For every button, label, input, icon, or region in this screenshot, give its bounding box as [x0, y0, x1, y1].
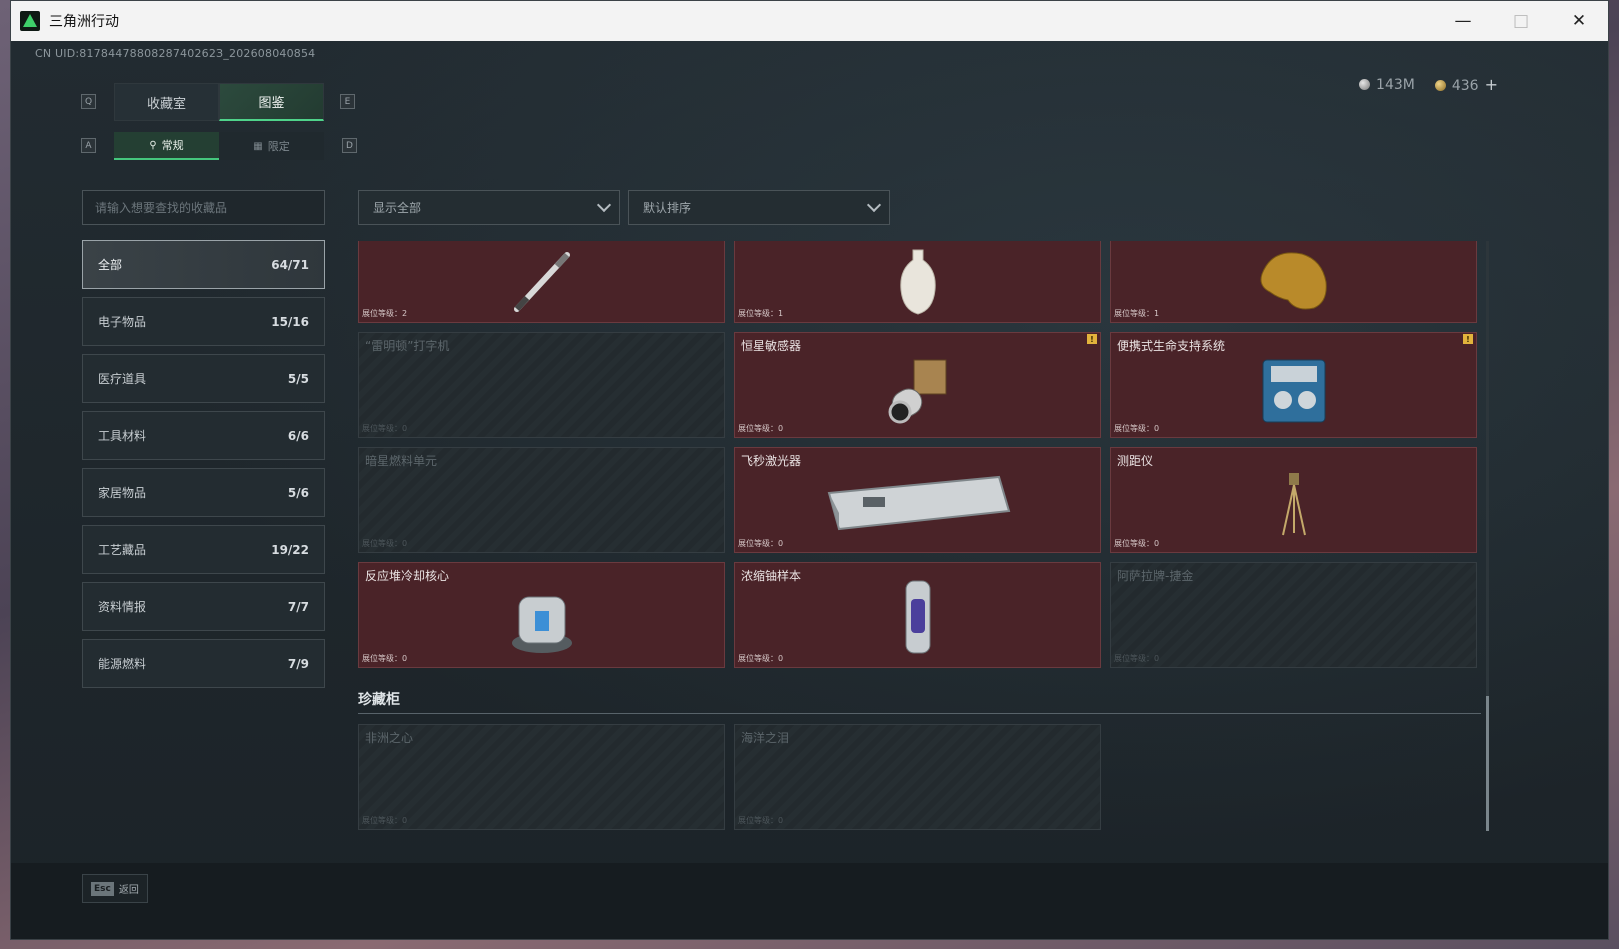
- uranium-capsule-icon: [905, 580, 930, 654]
- collection-card[interactable]: 恒星敏感器 ! 展位等级：0: [734, 332, 1101, 438]
- collection-card[interactable]: 反应堆冷却核心 展位等级：0: [358, 562, 725, 668]
- section-title-treasure: 珍藏柜: [358, 692, 400, 708]
- chevron-down-icon: [596, 197, 612, 212]
- footer-bar: Esc 返回: [11, 863, 1608, 939]
- sub-tabs: ⚲ 常规 ▦ 限定: [114, 132, 324, 160]
- window-controls: — □ ✕: [1434, 1, 1608, 41]
- title-bar: 三角洲行动 — □ ✕: [11, 1, 1608, 41]
- category-electronics[interactable]: 电子物品 15/16: [82, 297, 325, 346]
- silver-coin-icon: [1359, 78, 1371, 90]
- new-badge: !: [1087, 334, 1097, 344]
- star-sensor-icon: [888, 359, 946, 424]
- grid-scrollbar[interactable]: [1486, 241, 1489, 831]
- chevron-down-icon: [866, 197, 882, 212]
- section-divider: [358, 713, 1481, 714]
- tab-catalog[interactable]: 图鉴: [219, 83, 324, 121]
- back-button[interactable]: Esc 返回: [82, 874, 148, 903]
- sort-dropdown[interactable]: 默认排序: [628, 190, 890, 225]
- collection-card[interactable]: 展位等级：1: [1110, 241, 1477, 323]
- collection-card[interactable]: 展位等级：2: [358, 241, 725, 323]
- collection-card[interactable]: 浓缩铀样本 展位等级：0: [734, 562, 1101, 668]
- life-support-icon: [1262, 359, 1325, 423]
- esc-key-icon: Esc: [91, 881, 114, 896]
- flask-icon: ⚲: [149, 139, 157, 151]
- tab-limited[interactable]: ▦ 限定: [219, 132, 324, 160]
- tab-regular[interactable]: ⚲ 常规: [114, 132, 219, 160]
- scrollbar-thumb[interactable]: [1486, 696, 1489, 831]
- key-q-hint: Q: [81, 94, 96, 109]
- collection-card[interactable]: 展位等级：1: [734, 241, 1101, 323]
- collection-card[interactable]: 飞秒激光器 展位等级：0: [734, 447, 1101, 553]
- currency-display: 143M 436 +: [1359, 75, 1498, 94]
- category-tools[interactable]: 工具材料 6/6: [82, 411, 325, 460]
- collection-card[interactable]: “雷明顿”打字机 展位等级：0: [358, 332, 725, 438]
- key-a-hint: A: [81, 138, 96, 153]
- key-e-hint: E: [340, 94, 355, 109]
- key-d-hint: D: [342, 138, 357, 153]
- category-medical[interactable]: 医疗道具 5/5: [82, 354, 325, 403]
- search-input[interactable]: [95, 200, 324, 215]
- collection-screen: CN UID:8178447880828740262З_202608040854…: [11, 41, 1608, 939]
- silver-currency: 143M: [1359, 77, 1415, 93]
- new-badge: !: [1463, 334, 1473, 344]
- uid-text: CN UID:8178447880828740262З_202608040854: [35, 47, 316, 60]
- tab-collection-room[interactable]: 收藏室: [114, 83, 219, 121]
- close-icon[interactable]: ✕: [1550, 1, 1608, 41]
- category-all[interactable]: 全部 64/71: [82, 240, 325, 289]
- delta-force-logo-icon: [20, 11, 40, 31]
- category-crafts[interactable]: 工艺藏品 19/22: [82, 525, 325, 574]
- gold-coin-icon: [1434, 80, 1446, 91]
- maximize-icon[interactable]: □: [1492, 1, 1550, 41]
- gold-currency: 436 +: [1434, 75, 1498, 94]
- add-currency-button[interactable]: +: [1485, 75, 1498, 94]
- window-title: 三角洲行动: [49, 13, 119, 29]
- collection-card[interactable]: 测距仪 展位等级：0: [1110, 447, 1477, 553]
- laser-device-icon: [827, 475, 1010, 531]
- collection-card[interactable]: 便携式生命支持系统 ! 展位等级：0: [1110, 332, 1477, 438]
- minimize-icon[interactable]: —: [1434, 1, 1492, 41]
- collection-card[interactable]: 阿萨拉牌-捷金 展位等级：0: [1110, 562, 1477, 668]
- limited-icon: ▦: [253, 140, 263, 152]
- pen-icon: [513, 252, 570, 312]
- app-window: 三角洲行动 — □ ✕ CN UID:8178447880828740262З_…: [10, 0, 1609, 940]
- filter-dropdown[interactable]: 显示全部: [358, 190, 620, 225]
- tripod-rangefinder-icon: [1281, 473, 1306, 536]
- golden-horse-head-icon: [1260, 252, 1327, 310]
- category-intel[interactable]: 资料情报 7/7: [82, 582, 325, 631]
- category-energy[interactable]: 能源燃料 7/9: [82, 639, 325, 688]
- category-list: 全部 64/71 电子物品 15/16 医疗道具 5/5 工具材料 6/6 家居物品 5/…: [82, 240, 325, 696]
- collection-search: [82, 190, 325, 225]
- collection-card[interactable]: 非洲之心 展位等级：0: [358, 724, 725, 830]
- vase-icon: [899, 249, 936, 315]
- reactor-core-icon: [511, 596, 572, 653]
- main-tabs: 收藏室 图鉴: [114, 83, 324, 121]
- collection-card[interactable]: 暗星燃料单元 展位等级：0: [358, 447, 725, 553]
- category-household[interactable]: 家居物品 5/6: [82, 468, 325, 517]
- collection-card[interactable]: 海洋之泪 展位等级：0: [734, 724, 1101, 830]
